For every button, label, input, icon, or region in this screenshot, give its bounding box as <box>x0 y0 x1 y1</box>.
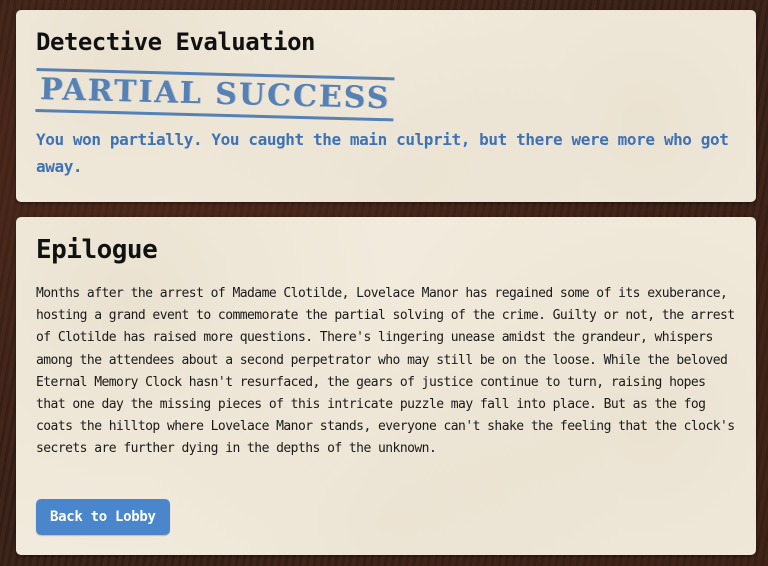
epilogue-title: Epilogue <box>36 235 158 265</box>
back-to-lobby-button[interactable]: Back to Lobby <box>36 499 170 535</box>
result-stamp: PARTIAL SUCCESS <box>35 68 395 122</box>
evaluation-title: Detective Evaluation <box>36 28 315 56</box>
result-message: You won partially. You caught the main c… <box>36 130 729 176</box>
epilogue-panel: Epilogue Months after the arrest of Mada… <box>16 217 756 555</box>
evaluation-panel: Detective Evaluation PARTIAL SUCCESS You… <box>16 10 756 202</box>
epilogue-text: Months after the arrest of Madame Clotil… <box>36 286 735 457</box>
